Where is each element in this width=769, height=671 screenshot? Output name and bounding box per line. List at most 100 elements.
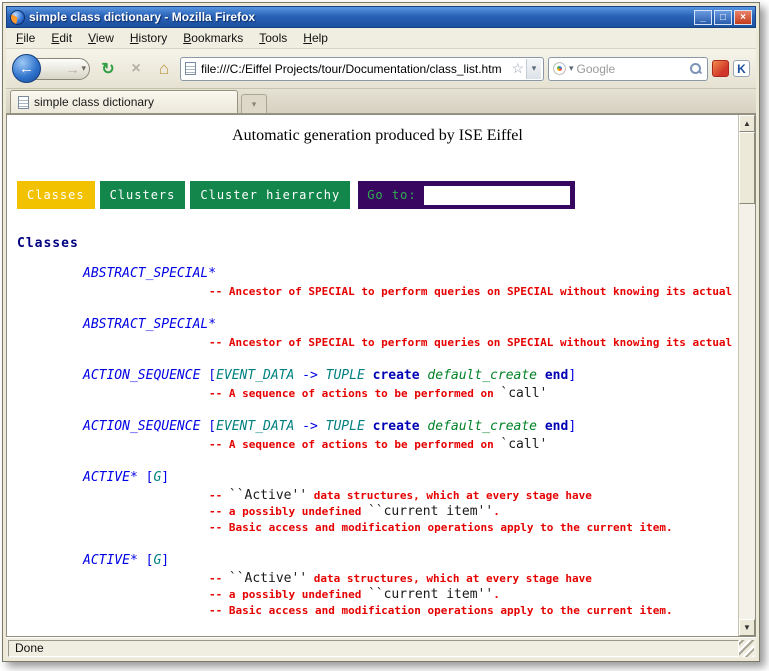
bookmark-star-icon[interactable]: ☆: [511, 60, 524, 77]
menu-tools[interactable]: Tools: [251, 29, 295, 47]
comment-segment: -- Basic access and modification operati…: [209, 604, 673, 617]
addon-icon-k[interactable]: K: [733, 60, 750, 77]
class-comment-line: -- a possibly undefined ``current item''…: [209, 587, 738, 603]
comment-segment: ``current item'': [368, 587, 493, 602]
search-input[interactable]: Google: [577, 62, 689, 76]
forward-button[interactable]: → ▾: [34, 58, 90, 80]
content-area: Automatic generation produced by ISE Eif…: [6, 114, 756, 637]
class-name-line[interactable]: ABSTRACT_SPECIAL*: [83, 316, 738, 333]
search-engine-dropdown-icon[interactable]: ▾: [569, 63, 574, 74]
code-segment: end: [537, 368, 568, 383]
class-list: ABSTRACT_SPECIAL* -- Ancestor of SPECIAL …: [17, 265, 738, 636]
comment-segment: -- Ancestor of SPECIAL to perform querie…: [209, 336, 738, 349]
comment-segment: --: [209, 572, 229, 585]
resize-grip[interactable]: [739, 640, 754, 657]
vertical-scrollbar[interactable]: ▲ ▼: [738, 115, 755, 636]
url-dropdown-icon[interactable]: ▾: [526, 59, 541, 79]
code-segment: EVENT_DATA: [216, 419, 294, 434]
status-bar: Done: [6, 637, 756, 658]
tab-title: simple class dictionary: [34, 95, 154, 109]
menu-bookmarks[interactable]: Bookmarks: [175, 29, 251, 47]
tab-stub-icon: ▾: [252, 99, 257, 110]
scroll-down-button[interactable]: ▼: [739, 619, 755, 636]
scrollbar-track[interactable]: [739, 132, 755, 619]
comment-segment: --: [209, 489, 229, 502]
forward-icon: →: [65, 61, 79, 77]
class-name-line[interactable]: ACTIVE_INTEGER_INTERVAL: [83, 635, 738, 636]
goto-block: Go to:: [358, 181, 574, 209]
tab-bar: simple class dictionary ▾: [6, 89, 756, 114]
url-bar[interactable]: file:///C:/Eiffel Projects/tour/Document…: [180, 57, 544, 81]
code-segment: ACTIVE*: [83, 470, 138, 485]
search-bar[interactable]: ▾ Google: [548, 57, 708, 81]
cluster-hierarchy-nav-button[interactable]: Cluster hierarchy: [190, 181, 350, 209]
comment-segment: -- A sequence of actions to be performed…: [209, 438, 500, 451]
minimize-button[interactable]: _: [694, 10, 712, 25]
menu-history[interactable]: History: [122, 29, 175, 47]
class-name-line[interactable]: ACTION_SEQUENCE [EVENT_DATA -> TUPLE cre…: [83, 418, 738, 435]
class-name-line[interactable]: ACTION_SEQUENCE [EVENT_DATA -> TUPLE cre…: [83, 367, 738, 384]
clusters-nav-button[interactable]: Clusters: [100, 181, 186, 209]
stop-button[interactable]: ×: [124, 57, 148, 81]
search-icon[interactable]: [689, 62, 703, 76]
code-segment: ABSTRACT_SPECIAL*: [83, 317, 216, 332]
comment-segment: .: [493, 588, 500, 601]
class-name-line[interactable]: ABSTRACT_SPECIAL*: [83, 265, 738, 282]
history-dropdown-icon[interactable]: ▾: [81, 63, 86, 74]
comment-segment: ``Active'': [229, 488, 307, 503]
comment-segment: .: [493, 505, 500, 518]
comment-segment: ``current item'': [368, 504, 493, 519]
menu-help[interactable]: Help: [295, 29, 336, 47]
addon-icon-red[interactable]: [712, 60, 729, 77]
goto-input[interactable]: [424, 186, 570, 205]
code-segment: ]: [568, 419, 576, 434]
menu-view[interactable]: View: [80, 29, 122, 47]
comment-segment: data structures, which at every stage ha…: [307, 572, 592, 585]
class-comment-line: -- Ancestor of SPECIAL to perform querie…: [209, 335, 738, 351]
tab-list-stub[interactable]: ▾: [241, 94, 267, 113]
comment-segment: `call': [500, 386, 547, 401]
menu-edit[interactable]: Edit: [43, 29, 80, 47]
class-name-line[interactable]: ACTIVE* [G]: [83, 552, 738, 569]
google-icon: [553, 62, 566, 75]
comment-segment: -- Ancestor of SPECIAL to perform querie…: [209, 285, 738, 298]
class-name-line[interactable]: ACTIVE* [G]: [83, 469, 738, 486]
back-icon: ←: [19, 60, 34, 77]
home-button[interactable]: ⌂: [152, 57, 176, 81]
scrollbar-thumb[interactable]: [739, 132, 755, 204]
page-content: Automatic generation produced by ISE Eif…: [7, 115, 738, 636]
titlebar[interactable]: simple class dictionary - Mozilla Firefo…: [6, 6, 756, 28]
navigation-toolbar: → ▾ ← ↻ × ⌂ file:///C:/Eiffel Projects/t…: [6, 49, 756, 89]
page-icon: [185, 62, 196, 75]
back-button[interactable]: ←: [12, 54, 41, 83]
doc-nav-row: Classes Clusters Cluster hierarchy Go to…: [17, 181, 738, 209]
url-text[interactable]: file:///C:/Eiffel Projects/tour/Document…: [201, 62, 509, 76]
class-comment-line: -- Ancestor of SPECIAL to perform querie…: [209, 284, 738, 300]
classes-nav-button[interactable]: Classes: [17, 181, 95, 209]
comment-segment: data structures, which at every stage ha…: [307, 489, 592, 502]
scroll-up-button[interactable]: ▲: [739, 115, 755, 132]
class-comment-line: -- ``Active'' data structures, which at …: [209, 571, 738, 587]
code-segment: [: [200, 419, 216, 434]
class-entry: ABSTRACT_SPECIAL* -- Ancestor of SPECIAL …: [17, 316, 738, 351]
code-segment: default_create: [427, 368, 537, 383]
class-comment-line: -- ``Active'' data structures, which at …: [209, 488, 738, 504]
tab-simple-class-dictionary[interactable]: simple class dictionary: [10, 90, 238, 113]
window-title: simple class dictionary - Mozilla Firefo…: [29, 10, 694, 24]
comment-segment: ``Active'': [229, 571, 307, 586]
comment-segment: -- A sequence of actions to be performed…: [209, 387, 500, 400]
comment-segment: -- a possibly undefined: [209, 588, 368, 601]
maximize-button[interactable]: □: [714, 10, 732, 25]
code-segment: ]: [568, 368, 576, 383]
status-text: Done: [8, 640, 739, 657]
class-entry: ACTIVE_INTEGER_INTERVAL: [17, 635, 738, 636]
class-entry: ACTION_SEQUENCE [EVENT_DATA -> TUPLE cre…: [17, 367, 738, 402]
class-comment-line: -- A sequence of actions to be performed…: [209, 437, 738, 453]
menu-file[interactable]: File: [8, 29, 43, 47]
code-segment: create: [365, 419, 428, 434]
refresh-button[interactable]: ↻: [96, 57, 120, 81]
close-button[interactable]: ×: [734, 10, 752, 25]
comment-segment: -- a possibly undefined: [209, 505, 368, 518]
class-entry: ACTIVE* [G] -- ``Active'' data structures…: [17, 552, 738, 619]
class-comment-line: -- Basic access and modification operati…: [209, 603, 738, 619]
